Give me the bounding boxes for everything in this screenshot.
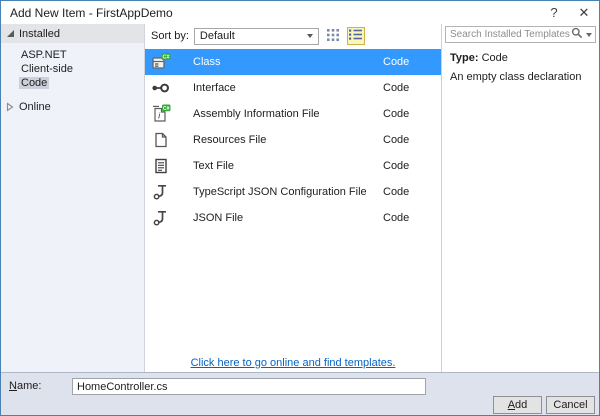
- list-view-icon: [349, 29, 362, 43]
- file-icon: [151, 130, 171, 150]
- svg-text:C#: C#: [163, 106, 170, 112]
- small-icons-view-button[interactable]: [324, 27, 342, 45]
- search-input[interactable]: [446, 27, 571, 42]
- sort-by-label: Sort by:: [151, 30, 189, 42]
- name-input[interactable]: [72, 378, 426, 395]
- installed-children: ASP.NETClient-sideCode: [1, 43, 144, 90]
- search-icon: [571, 27, 583, 42]
- template-item[interactable]: Text File Code: [145, 153, 441, 179]
- type-line: Type: Code: [450, 52, 591, 64]
- help-button[interactable]: ?: [539, 1, 569, 24]
- dropdown-arrow-icon: [307, 34, 313, 38]
- cancel-button[interactable]: Cancel: [546, 396, 595, 414]
- name-label: Name:: [9, 380, 41, 392]
- details-panel: Type: Code An empty class declaration: [442, 24, 599, 372]
- csharp-class-icon: C#: [151, 52, 171, 72]
- dialog-body: Installed ASP.NETClient-sideCode Online …: [1, 24, 599, 373]
- search-box: [445, 26, 596, 43]
- tree-node-label: Installed: [19, 28, 60, 40]
- interface-icon: [151, 78, 171, 98]
- json-file-icon: [151, 182, 171, 202]
- svg-text:C#: C#: [162, 55, 169, 61]
- find-templates-link[interactable]: Click here to go online and find templat…: [145, 357, 441, 369]
- tree-node-child[interactable]: ASP.NET: [1, 48, 144, 62]
- text-file-icon: [151, 156, 171, 176]
- expanded-triangle-icon: [6, 29, 15, 38]
- template-description: An empty class declaration: [450, 71, 591, 83]
- template-item[interactable]: JSON File Code: [145, 205, 441, 231]
- type-label: Type:: [450, 52, 479, 64]
- csharp-file-icon: iC#: [151, 104, 171, 124]
- close-button[interactable]: ✕: [569, 1, 599, 24]
- template-item[interactable]: TypeScript JSON Configuration File Code: [145, 179, 441, 205]
- tree-node-online[interactable]: Online: [1, 99, 144, 114]
- template-list: C# Class Code Interface Code iC# Assembl…: [145, 49, 441, 231]
- template-item[interactable]: iC# Assembly Information File Code: [145, 101, 441, 127]
- tree-node-child[interactable]: Client-side: [1, 62, 144, 76]
- tree-node-child[interactable]: Code: [1, 76, 144, 90]
- template-item[interactable]: Resources File Code: [145, 127, 441, 153]
- collapsed-triangle-icon: [6, 102, 14, 112]
- window-controls: ? ✕: [539, 1, 599, 24]
- type-value: Code: [482, 52, 508, 64]
- add-button[interactable]: Add: [493, 396, 542, 414]
- tree-node-installed[interactable]: Installed: [1, 24, 144, 43]
- sort-by-dropdown[interactable]: Default: [194, 28, 319, 45]
- dialog-footer: Name: Add Cancel: [1, 373, 599, 415]
- list-toolbar: Sort by: Default: [145, 25, 441, 47]
- template-list-panel: Sort by: Default: [145, 24, 442, 372]
- template-item[interactable]: C# Class Code: [145, 49, 441, 75]
- sort-by-value: Default: [200, 30, 235, 42]
- title-bar: Add New Item - FirstAppDemo ? ✕: [1, 1, 599, 24]
- tree-node-label: Online: [19, 101, 51, 113]
- add-new-item-dialog: Add New Item - FirstAppDemo ? ✕ Installe…: [0, 0, 600, 416]
- search-dropdown-arrow-icon: [586, 33, 592, 37]
- window-title: Add New Item - FirstAppDemo: [10, 6, 173, 20]
- svg-text:i: i: [158, 112, 160, 121]
- small-icons-view-icon: [327, 29, 339, 44]
- list-view-button[interactable]: [347, 27, 365, 45]
- search-controls[interactable]: [571, 27, 595, 42]
- template-item[interactable]: Interface Code: [145, 75, 441, 101]
- template-details: Type: Code An empty class declaration: [442, 43, 599, 92]
- json-file-icon: [151, 208, 171, 228]
- category-tree: Installed ASP.NETClient-sideCode Online: [1, 24, 145, 372]
